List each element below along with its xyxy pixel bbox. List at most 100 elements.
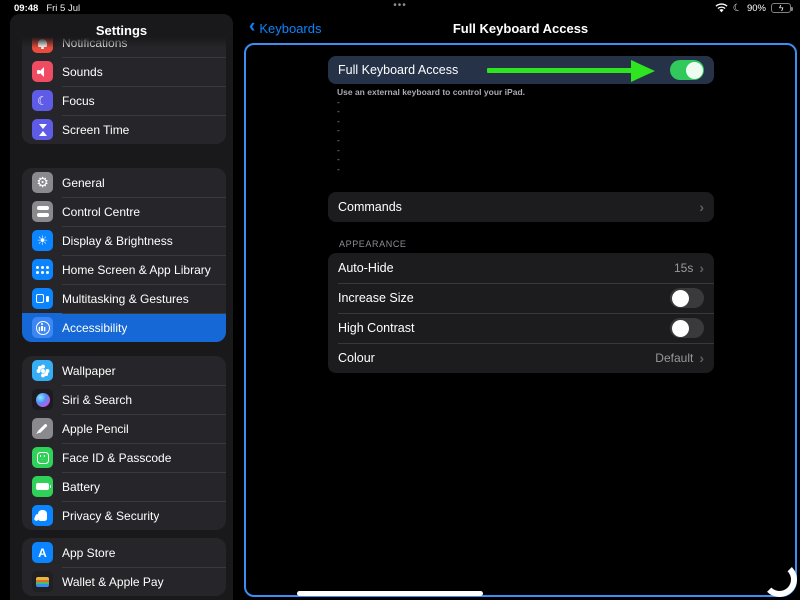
home-indicator[interactable]: [297, 591, 483, 596]
settings-sidebar: Settings Notifications Sounds Focus Scre…: [10, 14, 233, 600]
row-value: Default: [655, 351, 693, 365]
gear-icon: [32, 172, 53, 193]
sidebar-group-4: App Store Wallet & Apple Pay: [22, 538, 226, 596]
app-store-icon: [32, 542, 53, 563]
sidebar-item-privacy[interactable]: Privacy & Security: [22, 501, 226, 530]
sidebar-item-wallet[interactable]: Wallet & Apple Pay: [22, 567, 226, 596]
row-label: Commands: [338, 200, 402, 214]
shortcut-line: [337, 107, 713, 117]
ipad-screen: 09:48 Fri 5 Jul ••• 90% Settings Notific…: [0, 0, 800, 600]
toggle-switch[interactable]: [670, 288, 704, 308]
sidebar-item-screen-time[interactable]: Screen Time: [22, 115, 226, 144]
sidebar-item-label: Wallet & Apple Pay: [62, 575, 164, 589]
pencil-icon: [32, 418, 53, 439]
flower-icon: [32, 360, 53, 381]
sidebar-item-home-screen[interactable]: Home Screen & App Library: [22, 255, 226, 284]
annotation-arrow: [487, 68, 633, 73]
sidebar-item-label: Accessibility: [62, 321, 127, 335]
shortcut-line: [337, 117, 713, 127]
section-header-appearance: APPEARANCE: [339, 239, 407, 249]
shortcut-line: [337, 165, 713, 175]
sidebar-item-label: Battery: [62, 480, 100, 494]
sidebar-item-general[interactable]: General: [22, 168, 226, 197]
row-auto-hide[interactable]: Auto-Hide 15s: [328, 253, 714, 283]
date: Fri 5 Jul: [46, 3, 80, 14]
sidebar-item-label: Screen Time: [62, 123, 129, 137]
sidebar-item-label: Focus: [62, 94, 95, 108]
back-button-label: Keyboards: [259, 21, 321, 36]
wifi-icon: [715, 3, 728, 13]
full-keyboard-access-toggle[interactable]: [670, 60, 704, 80]
row-high-contrast[interactable]: High Contrast: [328, 313, 714, 343]
shortcut-line: [337, 136, 713, 146]
sidebar-item-label: General: [62, 176, 105, 190]
sidebar-item-focus[interactable]: Focus: [22, 86, 226, 115]
sidebar-item-battery[interactable]: Battery: [22, 472, 226, 501]
sidebar-item-app-store[interactable]: App Store: [22, 538, 226, 567]
toggle-switch[interactable]: [670, 318, 704, 338]
row-colour[interactable]: Colour Default: [328, 343, 714, 373]
shortcut-line: [337, 98, 713, 108]
sidebar-group-3: Wallpaper Siri & Search Apple Pencil Fac…: [22, 356, 226, 530]
sidebar-item-wallpaper[interactable]: Wallpaper: [22, 356, 226, 385]
sidebar-item-accessibility[interactable]: Accessibility: [22, 313, 226, 342]
focus-moon-icon: [733, 3, 742, 14]
sidebar-item-apple-pencil[interactable]: Apple Pencil: [22, 414, 226, 443]
sun-icon: [32, 230, 53, 251]
hand-icon: [32, 505, 53, 526]
app-grid-icon: [32, 259, 53, 280]
battery-charging-icon: [771, 3, 791, 13]
corner-curl-decoration: [762, 562, 797, 597]
chevron-right-icon: [699, 199, 704, 215]
shortcut-line: [337, 146, 713, 156]
sidebar-item-multitasking[interactable]: Multitasking & Gestures: [22, 284, 226, 313]
status-left: 09:48 Fri 5 Jul: [14, 3, 80, 14]
shortcut-line: [337, 126, 713, 136]
row-label: Full Keyboard Access: [338, 63, 458, 77]
accessibility-icon: [32, 317, 53, 338]
sidebar-item-face-id[interactable]: Face ID & Passcode: [22, 443, 226, 472]
sidebar-item-label: Display & Brightness: [62, 234, 173, 248]
sidebar-item-label: Home Screen & App Library: [62, 263, 211, 277]
siri-orb-icon: [32, 389, 53, 410]
chevron-left-icon: [249, 24, 255, 33]
multitask-icon: [32, 288, 53, 309]
clock: 09:48: [14, 3, 38, 14]
sidebar-item-label: Sounds: [62, 65, 103, 79]
shortcut-line: [337, 155, 713, 165]
battery-icon: [32, 476, 53, 497]
sidebar-item-label: Multitasking & Gestures: [62, 292, 189, 306]
sidebar-item-display-brightness[interactable]: Display & Brightness: [22, 226, 226, 255]
sidebar-group-2: General Control Centre Display & Brightn…: [22, 168, 226, 342]
sidebar-item-label: Apple Pencil: [62, 422, 129, 436]
help-intro: Use an external keyboard to control your…: [337, 88, 713, 98]
sidebar-item-control-centre[interactable]: Control Centre: [22, 197, 226, 226]
back-button-keyboards[interactable]: Keyboards: [249, 21, 321, 36]
sidebar-item-sounds[interactable]: Sounds: [22, 57, 226, 86]
row-increase-size[interactable]: Increase Size: [328, 283, 714, 313]
row-value: 15s: [674, 261, 693, 275]
moon-icon: [32, 90, 53, 111]
status-right: 90%: [715, 3, 791, 14]
sidebar-item-label: Face ID & Passcode: [62, 451, 171, 465]
charging-bolt-icon: [779, 3, 784, 13]
sidebar-item-label: Wallpaper: [62, 364, 116, 378]
shortcut-list: [337, 98, 713, 175]
hourglass-icon: [32, 119, 53, 140]
face-id-icon: [32, 447, 53, 468]
page-title: Full Keyboard Access: [244, 21, 797, 36]
window-controls-dots-icon[interactable]: •••: [300, 0, 500, 11]
wallet-icon: [32, 571, 53, 592]
sidebar-item-label: Siri & Search: [62, 393, 132, 407]
commands-row[interactable]: Commands: [328, 192, 714, 222]
row-label: Increase Size: [338, 291, 414, 305]
help-text: Use an external keyboard to control your…: [337, 88, 713, 174]
speaker-icon: [32, 61, 53, 82]
sidebar-item-label: App Store: [62, 546, 115, 560]
chevron-right-icon: [699, 260, 704, 276]
annotation-arrow-head-icon: [631, 60, 655, 82]
row-label: Colour: [338, 351, 375, 365]
sidebar-item-label: Privacy & Security: [62, 509, 159, 523]
row-label: High Contrast: [338, 321, 414, 335]
sidebar-item-siri-search[interactable]: Siri & Search: [22, 385, 226, 414]
